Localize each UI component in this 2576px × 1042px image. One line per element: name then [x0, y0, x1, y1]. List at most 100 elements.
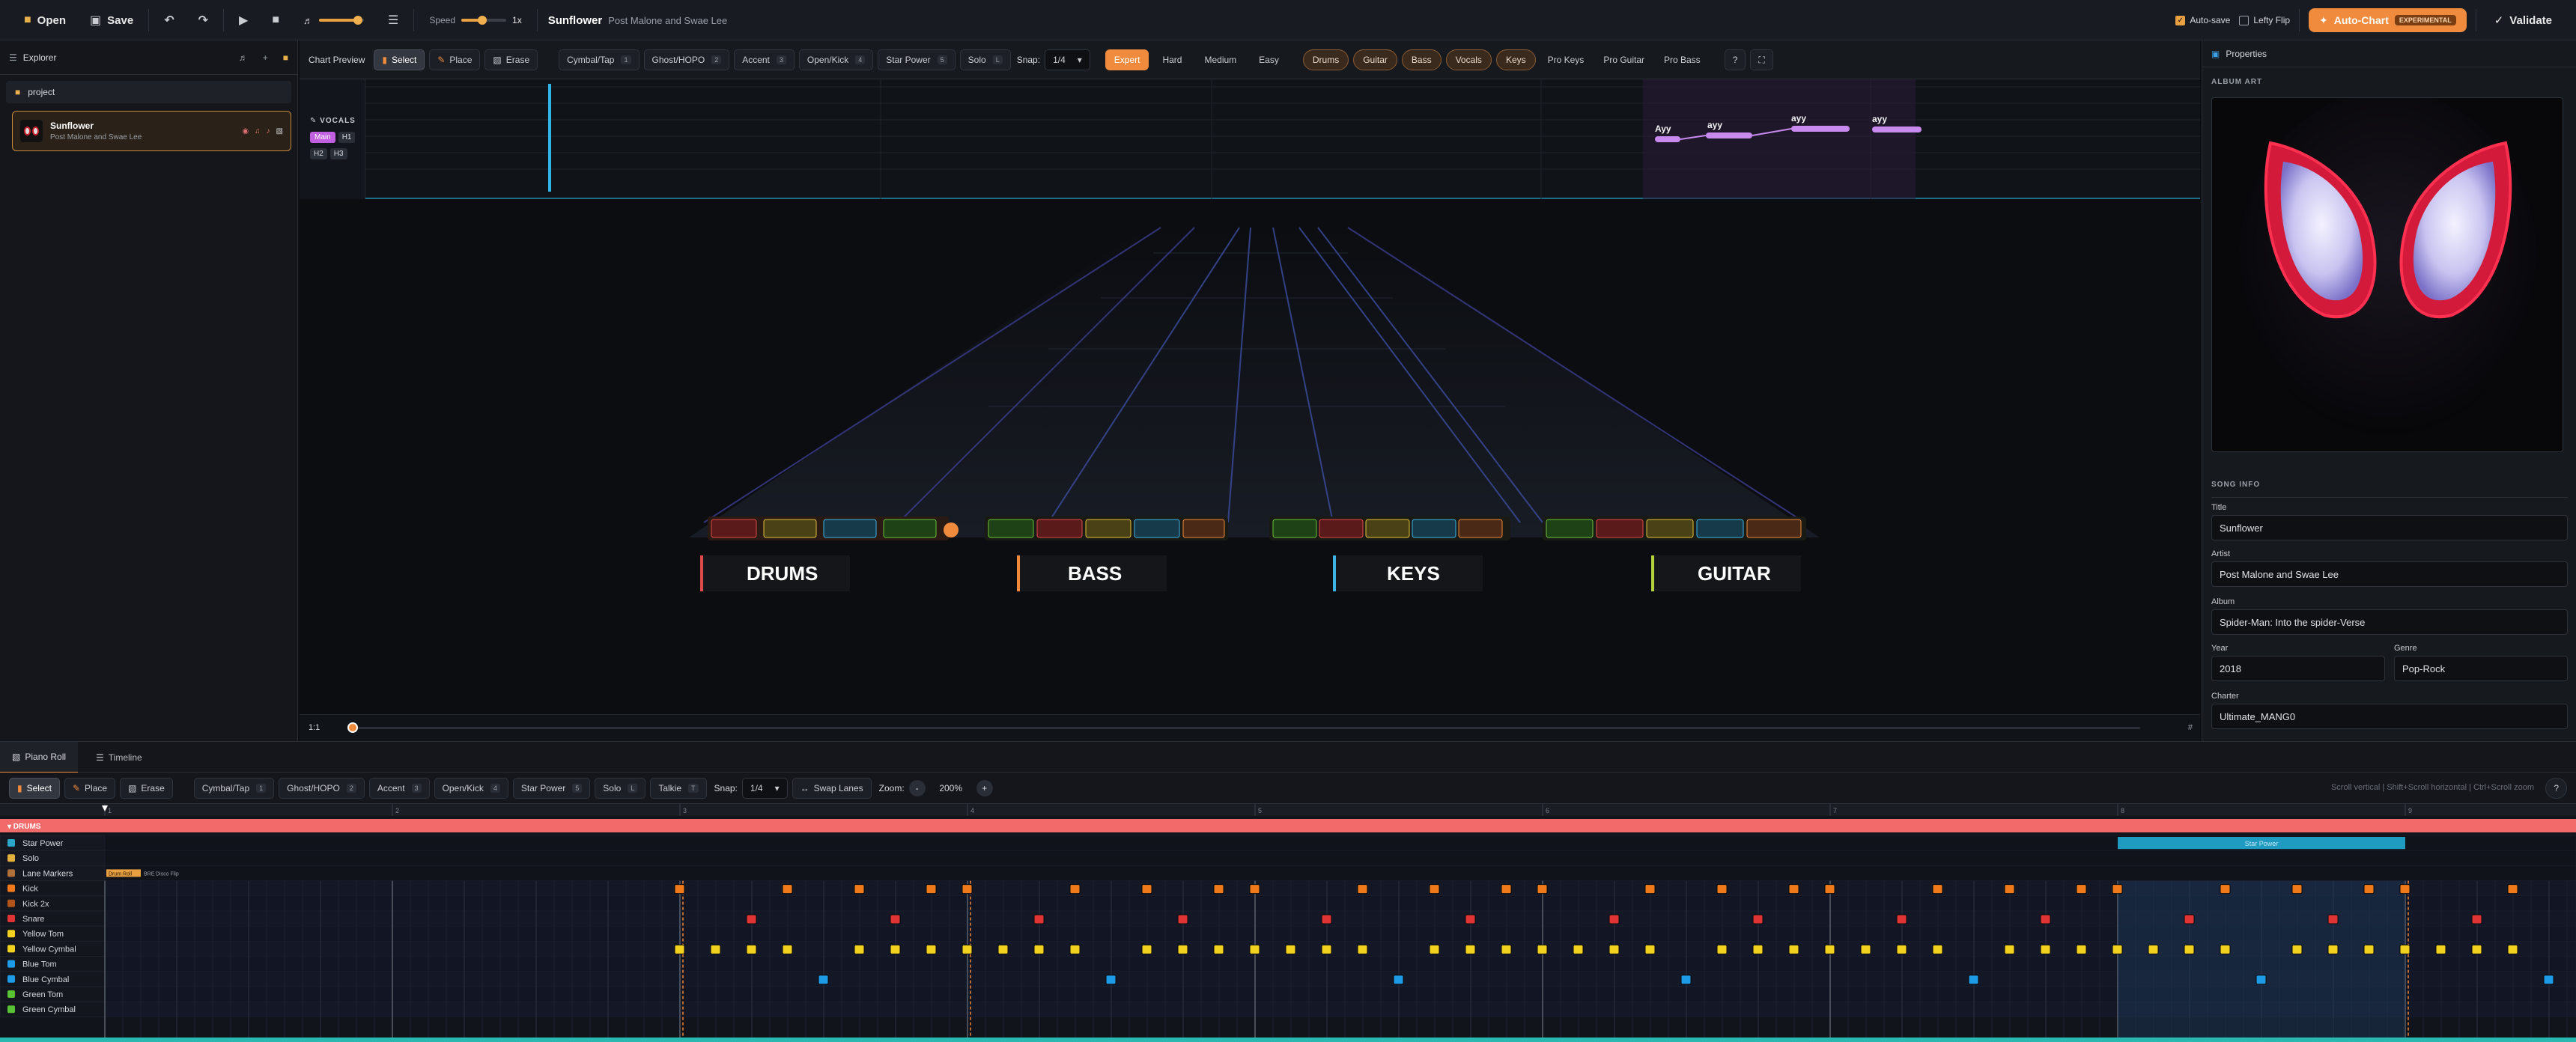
fullscreen-button[interactable]: ⛶ [1750, 49, 1773, 70]
note-yellow-cymbal[interactable] [710, 944, 721, 954]
note-yellow-cymbal[interactable] [1177, 944, 1188, 954]
add-icon[interactable]: + [263, 52, 268, 63]
open-kick-toggle[interactable]: Open/Kick 4 [798, 49, 874, 70]
note-kick[interactable] [962, 884, 973, 895]
piano-roll[interactable]: 1 2 3 4 5 6 7 8 9 ▾ DRUMS Star Power Solo Lane Marke… [0, 804, 2576, 1042]
note-kick[interactable] [1249, 884, 1260, 895]
instrument-guitar[interactable]: Guitar [1353, 49, 1397, 70]
note-blue-cymbal[interactable] [2543, 975, 2554, 985]
timeline-scrubber[interactable] [350, 727, 2140, 729]
tab-piano-roll[interactable]: ▧ Piano Roll [0, 742, 79, 773]
note-kick[interactable] [926, 884, 937, 895]
note-yellow-cymbal[interactable] [2004, 944, 2015, 954]
note-blue-cymbal[interactable] [1105, 975, 1117, 985]
note-yellow-cymbal[interactable] [1896, 944, 1907, 954]
note-yellow-cymbal[interactable] [1573, 944, 1584, 954]
note-yellow-cymbal[interactable] [1429, 944, 1440, 954]
folder-icon[interactable]: ■ [283, 52, 288, 63]
note-yellow-cymbal[interactable] [1860, 944, 1871, 954]
note-snare[interactable] [1465, 914, 1476, 924]
ghost-hopo-toggle[interactable]: Ghost/HOPO 2 [643, 49, 730, 70]
tab-timeline[interactable]: ☰ Timeline [87, 742, 151, 773]
note-yellow-cymbal[interactable] [2184, 944, 2195, 954]
note-kick[interactable] [1429, 884, 1440, 895]
pr-solo-toggle[interactable]: Solo L [595, 778, 646, 799]
note-kick[interactable] [1213, 884, 1224, 895]
note-yellow-cymbal[interactable] [1644, 944, 1656, 954]
swap-lanes-button[interactable]: ↔ Swap Lanes [792, 778, 872, 799]
vocal-part-h2[interactable]: H2 [310, 148, 327, 159]
note-yellow-cymbal[interactable] [1465, 944, 1476, 954]
note-yellow-cymbal[interactable] [926, 944, 937, 954]
note-kick[interactable] [1357, 884, 1368, 895]
note-kick[interactable] [674, 884, 685, 895]
play-button[interactable]: ▶ [230, 7, 257, 33]
instrument-pro-guitar[interactable]: Pro Guitar [1596, 49, 1652, 70]
note-yellow-cymbal[interactable] [2435, 944, 2446, 954]
note-yellow-cymbal[interactable] [1249, 944, 1260, 954]
vocals-lane[interactable]: Ayy ayy ayy ayy [365, 79, 2200, 199]
note-snare[interactable] [2184, 914, 2195, 924]
note-snare[interactable] [1033, 914, 1045, 924]
title-input[interactable]: Sunflower [2211, 515, 2568, 540]
note-yellow-cymbal[interactable] [1788, 944, 1799, 954]
instrument-pro-bass[interactable]: Pro Bass [1656, 49, 1708, 70]
open-button[interactable]: ■ Open [15, 7, 75, 33]
solo-toggle[interactable]: Solo L [959, 49, 1011, 70]
note-yellow-cymbal[interactable] [2220, 944, 2231, 954]
folder-project[interactable]: ■ project [6, 81, 291, 103]
note-kick[interactable] [1069, 884, 1081, 895]
note-yellow-cymbal[interactable] [1824, 944, 1835, 954]
snap-select[interactable]: 1/4 ▾ [1045, 49, 1090, 70]
note-yellow-cymbal[interactable] [1213, 944, 1224, 954]
difficulty-easy[interactable]: Easy [1250, 49, 1288, 70]
note-yellow-cymbal[interactable] [1357, 944, 1368, 954]
note-kick[interactable] [1141, 884, 1152, 895]
note-snare[interactable] [2040, 914, 2051, 924]
note-yellow-cymbal[interactable] [2471, 944, 2482, 954]
note-kick[interactable] [2220, 884, 2231, 895]
pr-snap-select[interactable]: 1/4 ▾ [741, 778, 788, 799]
note-kick[interactable] [1716, 884, 1728, 895]
speed-slider[interactable] [461, 16, 507, 25]
note-yellow-cymbal[interactable] [854, 944, 865, 954]
note-kick[interactable] [1788, 884, 1799, 895]
note-blue-cymbal[interactable] [1393, 975, 1404, 985]
note-yellow-cymbal[interactable] [1501, 944, 1512, 954]
redo-button[interactable]: ↷ [189, 7, 217, 33]
undo-button[interactable]: ↶ [155, 7, 183, 33]
chart-preview-canvas[interactable]: DRUMS BASS KEYS GUITAR [300, 201, 2200, 714]
select-tool[interactable]: ▮ Select [374, 49, 425, 70]
note-yellow-cymbal[interactable] [1069, 944, 1081, 954]
help-button[interactable]: ? [1724, 49, 1746, 70]
note-yellow-cymbal[interactable] [890, 944, 901, 954]
note-yellow-cymbal[interactable] [2040, 944, 2051, 954]
note-snare[interactable] [1609, 914, 1620, 924]
album-art[interactable] [2211, 97, 2563, 452]
note-yellow-cymbal[interactable] [1537, 944, 1548, 954]
pr-accent-toggle[interactable]: Accent 3 [368, 778, 430, 799]
pr-place-tool[interactable]: ✎ Place [64, 778, 116, 799]
pr-help-button[interactable]: ? [2545, 778, 2567, 799]
note-kick[interactable] [2363, 884, 2375, 895]
instrument-keys[interactable]: Keys [1495, 49, 1536, 70]
star-power-toggle[interactable]: Star Power 5 [878, 49, 956, 70]
instrument-bass[interactable]: Bass [1401, 49, 1442, 70]
zoom-out-button[interactable]: - [908, 780, 926, 796]
note-kick[interactable] [1501, 884, 1512, 895]
note-yellow-cymbal[interactable] [2399, 944, 2411, 954]
charter-input[interactable]: Ultimate_MANG0 [2211, 704, 2568, 729]
note-snare[interactable] [1177, 914, 1188, 924]
note-blue-cymbal[interactable] [1680, 975, 1692, 985]
place-tool[interactable]: ✎ Place [429, 49, 481, 70]
note-yellow-cymbal[interactable] [1321, 944, 1332, 954]
artist-input[interactable]: Post Malone and Swae Lee [2211, 561, 2568, 587]
note-kick[interactable] [1537, 884, 1548, 895]
note-kick[interactable] [2112, 884, 2123, 895]
note-yellow-cymbal[interactable] [1716, 944, 1728, 954]
pr-star-power-toggle[interactable]: Star Power 5 [512, 778, 591, 799]
pr-talkie-toggle[interactable]: Talkie T [650, 778, 707, 799]
accent-toggle[interactable]: Accent 3 [734, 49, 795, 70]
note-kick[interactable] [2004, 884, 2015, 895]
volume-control[interactable]: ♬ [294, 7, 373, 33]
